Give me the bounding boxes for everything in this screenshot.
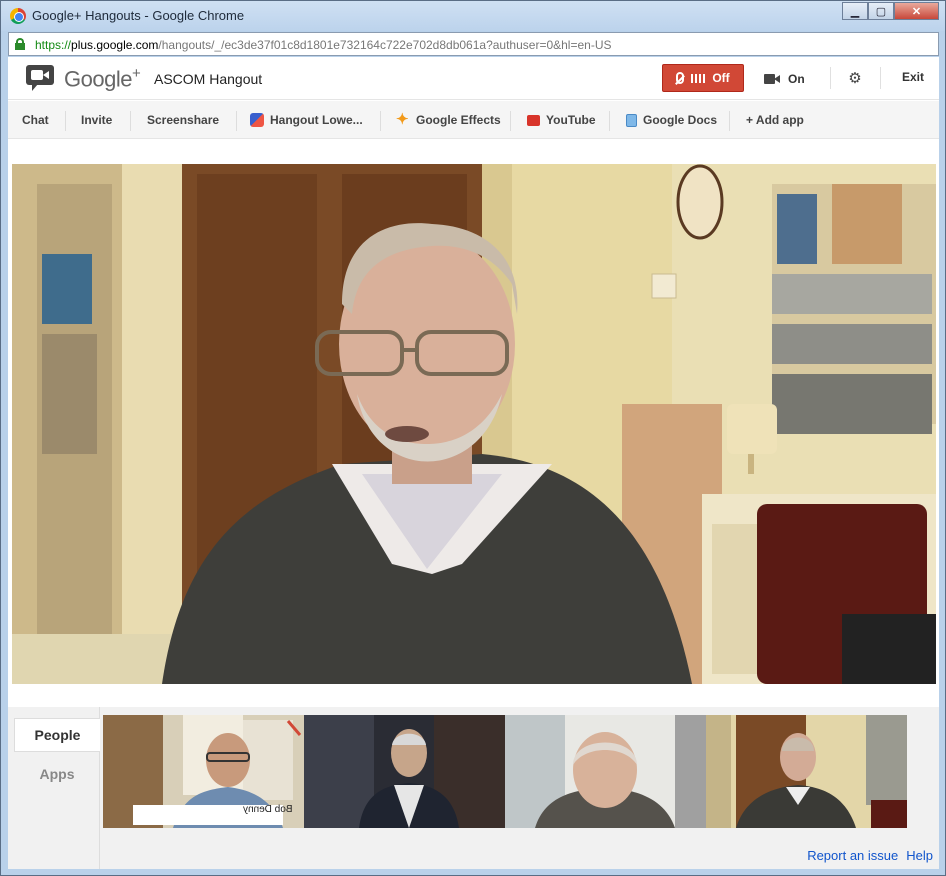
close-button[interactable]: ✕: [894, 2, 939, 20]
panel-tabs: People Apps: [8, 707, 100, 869]
hangout-app: Google+ ASCOM Hangout Off On ⚙ Exit Chat…: [8, 57, 939, 869]
participant-thumbnail[interactable]: Bob Denny: [103, 715, 304, 828]
hangout-name: ASCOM Hangout: [154, 71, 263, 87]
chrome-logo-icon: [10, 8, 26, 24]
participant-filmstrip: Bob Denny: [103, 715, 907, 828]
tab-apps[interactable]: Apps: [14, 757, 100, 791]
google-docs-app[interactable]: Google Docs: [626, 101, 717, 139]
hangout-header: Google+ ASCOM Hangout Off On ⚙ Exit: [8, 57, 939, 100]
title-bar: Google+ Hangouts - Google Chrome ▁ ▢ ✕: [1, 1, 945, 31]
browser-window: Google+ Hangouts - Google Chrome ▁ ▢ ✕ h…: [0, 0, 946, 876]
exit-button[interactable]: Exit: [902, 70, 924, 84]
footer-links: Report an issue Help: [807, 848, 933, 863]
chat-button[interactable]: Chat: [22, 101, 49, 139]
hangouts-logo-icon: [26, 65, 54, 91]
tab-people[interactable]: People: [14, 718, 100, 752]
camera-state-label: On: [788, 72, 805, 86]
youtube-icon: [527, 114, 540, 126]
lock-icon: [15, 38, 25, 50]
participant-thumbnail-speaking[interactable]: [706, 715, 907, 828]
url-text[interactable]: https://plus.google.com/hangouts/_/ec3de…: [35, 38, 612, 52]
divider: [830, 67, 831, 89]
participant-thumbnail[interactable]: [505, 715, 706, 828]
microphone-toggle-button[interactable]: Off: [662, 64, 744, 92]
invite-button[interactable]: Invite: [81, 101, 112, 139]
hangout-lower-third-app[interactable]: Hangout Lowe...: [250, 101, 363, 139]
address-bar[interactable]: https://plus.google.com/hangouts/_/ec3de…: [8, 32, 939, 56]
main-video-feed: [12, 164, 936, 684]
apps-toolbar: Chat Invite Screenshare Hangout Lowe... …: [8, 101, 939, 139]
participants-panel: People Apps Bob Denny Report an issue He…: [8, 707, 939, 869]
divider: [880, 67, 881, 89]
maximize-button[interactable]: ▢: [868, 2, 894, 20]
effects-sparkle-icon: [396, 110, 410, 128]
settings-gear-icon[interactable]: ⚙: [846, 69, 864, 87]
window-title: Google+ Hangouts - Google Chrome: [32, 8, 245, 23]
google-effects-app[interactable]: Google Effects: [396, 101, 501, 139]
minimize-button[interactable]: ▁: [842, 2, 868, 20]
microphone-state-label: Off: [712, 71, 730, 85]
video-camera-icon: [764, 74, 780, 84]
report-issue-link[interactable]: Report an issue: [807, 848, 898, 863]
youtube-app[interactable]: YouTube: [527, 101, 596, 139]
add-app-button[interactable]: + Add app: [746, 101, 804, 139]
hangout-lower-third-icon: [250, 113, 264, 127]
docs-icon: [626, 113, 637, 127]
participant-thumbnail[interactable]: [304, 715, 505, 828]
microphone-muted-icon: [676, 72, 685, 84]
google-plus-logo: Google+: [64, 65, 141, 92]
camera-toggle-button[interactable]: On: [764, 67, 805, 91]
screenshare-button[interactable]: Screenshare: [147, 101, 219, 139]
help-link[interactable]: Help: [906, 848, 933, 863]
speaker-video-frame: [12, 164, 936, 684]
participant-name-overlay: Bob Denny: [243, 804, 293, 815]
audio-level-icon: [691, 73, 706, 83]
